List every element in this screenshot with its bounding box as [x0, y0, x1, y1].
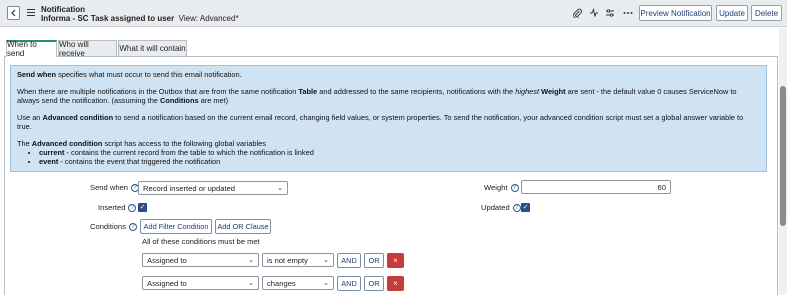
help-icon[interactable]: ? — [128, 222, 137, 231]
info-text: specifies what must occur to send this e… — [56, 70, 242, 79]
activity-icon[interactable] — [588, 7, 600, 19]
info-text: and addressed to the same recipients, no… — [317, 87, 516, 96]
conditions-label-group: Conditions ? — [90, 222, 137, 231]
tab-what-it-will-contain[interactable]: What it will contain — [118, 40, 187, 57]
condition-operator-value: is not empty — [267, 255, 308, 265]
info-text: (assuming the — [111, 96, 160, 105]
chevron-down-icon: ⌄ — [323, 280, 329, 287]
send-when-label-group: Send when ? — [90, 183, 139, 192]
and-button[interactable]: AND — [337, 276, 361, 291]
delete-button[interactable]: Delete — [751, 5, 782, 21]
chevron-left-icon — [11, 9, 16, 17]
global-variables-list: current - contains the current record fr… — [39, 148, 760, 166]
condition-operator-select[interactable]: changes ⌄ — [262, 276, 334, 290]
info-text: are met) — [198, 96, 229, 105]
conditions-label: Conditions — [90, 222, 126, 231]
info-text: event — [39, 157, 59, 166]
settings-sliders-icon[interactable] — [604, 7, 616, 19]
chevron-down-icon: ⌄ — [248, 280, 254, 287]
info-text: Advanced condition — [42, 113, 114, 122]
condition-operator-select[interactable]: is not empty ⌄ — [262, 253, 334, 267]
info-text: When there are multiple notifications in… — [17, 87, 299, 96]
title-block: Notification Informa - SC Task assigned … — [41, 5, 239, 23]
hamburger-menu-icon[interactable] — [27, 9, 35, 16]
info-text: Send when — [17, 70, 57, 79]
info-text: - contains the current record from the t… — [64, 148, 314, 157]
info-text: script has access to the following globa… — [102, 139, 266, 148]
condition-field-select[interactable]: Assigned to ⌄ — [142, 253, 259, 267]
record-name: Informa - SC Task assigned to user — [41, 14, 175, 23]
info-text: Table — [298, 87, 318, 96]
weight-input[interactable]: 60 — [521, 180, 671, 194]
form-header: Notification Informa - SC Task assigned … — [0, 0, 787, 27]
and-button[interactable]: AND — [337, 253, 361, 268]
inserted-label: Inserted — [98, 203, 126, 212]
updated-label: Updated — [481, 203, 510, 212]
list-item: current - contains the current record fr… — [39, 148, 760, 157]
list-item: event - contains the event that triggere… — [39, 157, 760, 166]
help-icon[interactable]: ? — [128, 203, 137, 212]
add-filter-condition-button[interactable]: Add Filter Condition — [140, 219, 212, 234]
more-icon[interactable] — [622, 7, 634, 19]
remove-condition-button[interactable]: × — [387, 276, 404, 291]
or-button[interactable]: OR — [364, 276, 384, 291]
back-button[interactable] — [7, 6, 20, 20]
info-text: - contains the event that triggered the … — [58, 157, 221, 166]
page-title: Notification — [41, 5, 85, 14]
info-text: Conditions — [159, 96, 199, 105]
info-paragraph-2: When there are multiple notifications in… — [17, 87, 760, 105]
updated-checkbox[interactable]: ✓ — [521, 203, 530, 212]
send-when-label: Send when — [90, 183, 128, 192]
update-button[interactable]: Update — [716, 5, 748, 21]
info-box: Send when specifies what must occur to s… — [10, 65, 767, 172]
paperclip-icon[interactable] — [571, 7, 583, 19]
help-icon[interactable]: ? — [510, 183, 519, 192]
info-text: Use an — [17, 113, 43, 122]
tab-who-will-receive[interactable]: Who will receive — [58, 40, 117, 58]
condition-field-select[interactable]: Assigned to ⌄ — [142, 276, 259, 290]
info-text: to send a notification based on the curr… — [17, 113, 744, 131]
condition-field-value: Assigned to — [147, 278, 187, 288]
conditions-description: All of these conditions must be met — [142, 237, 260, 246]
condition-operator-value: changes — [267, 278, 296, 288]
info-text: current — [39, 148, 65, 157]
chevron-down-icon: ⌄ — [323, 257, 329, 264]
info-text: Advanced condition — [31, 139, 103, 148]
info-paragraph-1: Send when specifies what must occur to s… — [17, 70, 760, 79]
view-label: View: Advanced* — [178, 14, 239, 23]
weight-label-group: Weight ? — [484, 183, 519, 192]
remove-condition-button[interactable]: × — [387, 253, 404, 268]
record-subtitle: Informa - SC Task assigned to user View:… — [41, 14, 239, 23]
inserted-label-group: Inserted ? — [98, 203, 137, 212]
scrollbar-thumb[interactable] — [780, 86, 786, 226]
tab-when-to-send[interactable]: When to send — [6, 40, 57, 58]
info-text: The — [17, 139, 32, 148]
info-text: highest — [515, 87, 540, 96]
info-paragraph-3: Use an Advanced condition to send a noti… — [17, 113, 760, 131]
updated-label-group: Updated ? — [481, 203, 521, 212]
or-button[interactable]: OR — [364, 253, 384, 268]
send-when-select[interactable]: Record inserted or updated ⌄ — [138, 181, 288, 195]
send-when-value: Record inserted or updated — [143, 183, 236, 193]
weight-label: Weight — [484, 183, 508, 192]
inserted-checkbox[interactable]: ✓ — [138, 203, 147, 212]
info-text: Weight — [539, 87, 566, 96]
add-or-clause-button[interactable]: Add OR Clause — [215, 219, 271, 234]
form-body: When to send Who will receive What it wi… — [0, 28, 787, 295]
help-icon[interactable]: ? — [512, 203, 521, 212]
chevron-down-icon: ⌄ — [277, 185, 283, 192]
condition-field-value: Assigned to — [147, 255, 187, 265]
info-paragraph-4: The Advanced condition script has access… — [17, 139, 760, 148]
chevron-down-icon: ⌄ — [248, 257, 254, 264]
preview-notification-button[interactable]: Preview Notification — [639, 5, 712, 21]
